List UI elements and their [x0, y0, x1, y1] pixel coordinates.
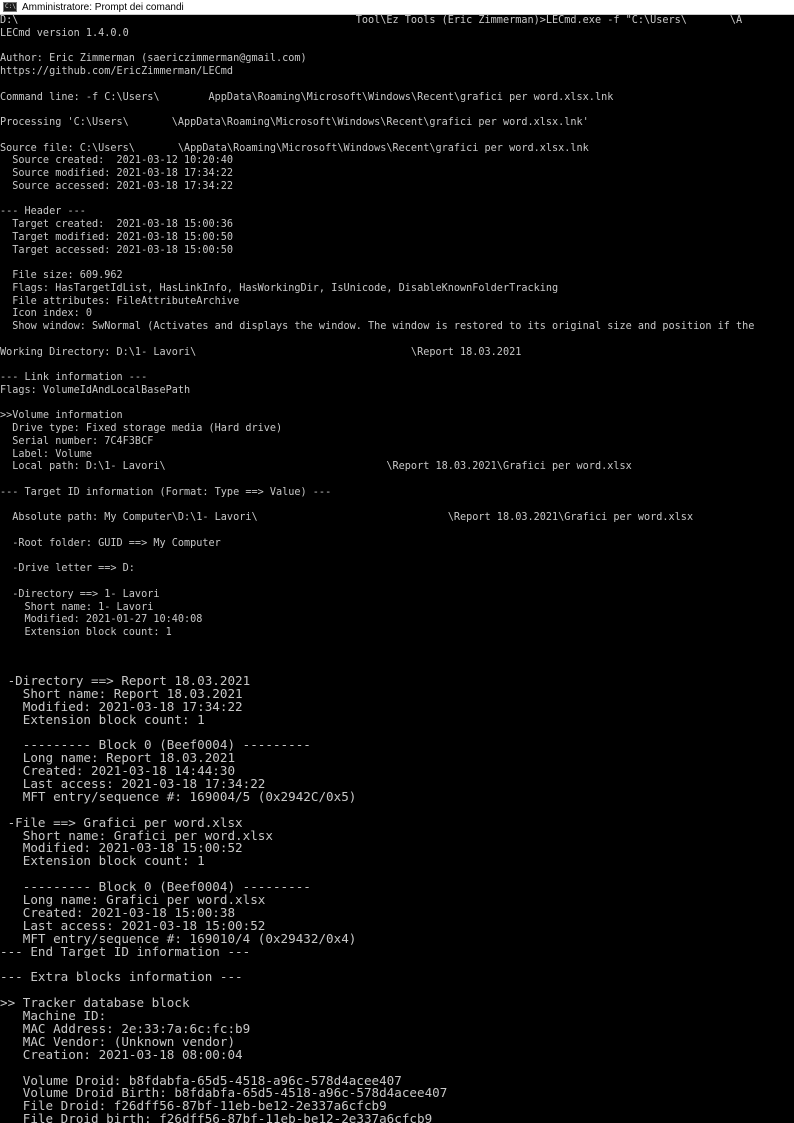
console-line: Source file: C:\Users\ \AppData\Roaming\…	[0, 142, 589, 154]
console-line: >> Tracker database block	[0, 997, 190, 1011]
console-line: MAC Vendor: (Unknown vendor)	[0, 1035, 236, 1049]
console-line: Extension block count: 1	[0, 627, 172, 638]
console-line: File attributes: FileAttributeArchive	[0, 295, 240, 307]
console-line: Working Directory: D:\1- Lavori\ \Report…	[0, 346, 522, 358]
console-line: LECmd version 1.4.0.0	[0, 27, 129, 39]
title-bar: C:\ Amministratore: Prompt dei comandi	[0, 0, 794, 15]
console-section-small-font: D:\ Tool\Ez Tools (Eric Zimmerman)>LECmd…	[0, 15, 794, 640]
console-line: Serial number: 7C4F3BCF	[0, 435, 154, 447]
console-line: Creation: 2021-03-18 08:00:04	[0, 1048, 243, 1062]
console-line: --- Link information ---	[0, 372, 148, 383]
console-line: Extension block count: 1	[0, 713, 205, 727]
console-line: --- Header ---	[0, 206, 86, 218]
console-line: File Droid birth: f26dff56-87bf-11eb-be1…	[0, 1113, 433, 1123]
console-line: Extension block count: 1	[0, 855, 205, 869]
console-line: https://github.com/EricZimmerman/LECmd	[0, 66, 234, 77]
console-line: MFT entry/sequence #: 169010/4 (0x29432/…	[0, 932, 357, 946]
console-line: --------- Block 0 (Beef0004) ---------	[0, 739, 311, 753]
console-line: MAC Address: 2e:33:7a:6c:fc:b9	[0, 1022, 251, 1036]
console-line: Flags: VolumeIdAndLocalBasePath	[0, 384, 191, 396]
console-line: Absolute path: My Computer\D:\1- Lavori\…	[0, 512, 694, 524]
console-line: --- End Target ID information ---	[0, 945, 251, 959]
console-line: Long name: Grafici per word.xlsx	[0, 894, 266, 907]
console-line: Short name: Grafici per word.xlsx	[0, 829, 273, 843]
console-line: Source accessed: 2021-03-18 17:34:22	[0, 180, 234, 192]
console-line: --- Target ID information (Format: Type …	[0, 486, 332, 498]
console-line: Long name: Report 18.03.2021	[0, 752, 236, 766]
console-line: Modified: 2021-01-27 10:40:08	[0, 614, 203, 626]
console-line: Target modified: 2021-03-18 15:00:50	[0, 231, 234, 243]
console-line: Show window: SwNormal (Activates and dis…	[0, 321, 755, 332]
console-line: Drive type: Fixed storage media (Hard dr…	[0, 423, 283, 434]
console-line: Modified: 2021-03-18 17:34:22	[0, 700, 243, 714]
console-line: --- Extra blocks information ---	[0, 971, 243, 985]
console-line: File size: 609.962	[0, 270, 123, 281]
console-line: Machine ID:	[0, 1010, 107, 1023]
console-line: Label: Volume	[0, 448, 93, 460]
console-line: -Directory ==> Report 18.03.2021	[0, 674, 251, 688]
console-line: Last access: 2021-03-18 17:34:22	[0, 778, 266, 791]
console-line: Target accessed: 2021-03-18 15:00:50	[0, 244, 234, 256]
console-line: MFT entry/sequence #: 169004/5 (0x2942C/…	[0, 790, 357, 804]
console-line: --------- Block 0 (Beef0004) ---------	[0, 881, 311, 895]
console-line: -File ==> Grafici per word.xlsx	[0, 816, 243, 830]
console-line: Processing 'C:\Users\ \AppData\Roaming\M…	[0, 117, 589, 128]
console-line: Last access: 2021-03-18 15:00:52	[0, 919, 266, 933]
console-line: Created: 2021-03-18 15:00:38	[0, 906, 236, 920]
console-section-large-font: -Directory ==> Report 18.03.2021 Short n…	[0, 662, 794, 1123]
console-line: Flags: HasTargetIdList, HasLinkInfo, Has…	[0, 282, 559, 294]
command-prompt-icon: C:\	[3, 2, 17, 12]
console-line: Author: Eric Zimmerman (saericzimmerman@…	[0, 53, 307, 65]
console-line: D:\ Tool\Ez Tools (Eric Zimmerman)>LECmd…	[0, 15, 743, 26]
window-title: Amministratore: Prompt dei comandi	[22, 1, 184, 13]
console-line: -Drive letter ==> D:	[0, 563, 135, 575]
console-line: Source created: 2021-03-12 10:20:40	[0, 155, 234, 167]
console-line: Command line: -f C:\Users\ AppData\Roami…	[0, 91, 614, 103]
console-line: Short name: 1- Lavori	[0, 601, 154, 613]
console-line: Volume Droid: b8fdabfa-65d5-4518-a96c-57…	[0, 1074, 402, 1088]
console-output[interactable]: D:\ Tool\Ez Tools (Eric Zimmerman)>LECmd…	[0, 15, 794, 1123]
console-line: Icon index: 0	[0, 308, 93, 320]
console-line: Created: 2021-03-18 14:44:30	[0, 765, 236, 779]
console-line: Target created: 2021-03-18 15:00:36	[0, 219, 234, 230]
console-line: -Directory ==> 1- Lavori	[0, 588, 160, 600]
console-line: >>Volume information	[0, 410, 123, 422]
console-line: Short name: Report 18.03.2021	[0, 687, 243, 701]
console-line: File Droid: f26dff56-87bf-11eb-be12-2e33…	[0, 1100, 387, 1114]
console-line: Local path: D:\1- Lavori\ \Report 18.03.…	[0, 461, 632, 473]
console-line: -Root folder: GUID ==> My Computer	[0, 537, 221, 549]
console-line: Volume Droid Birth: b8fdabfa-65d5-4518-a…	[0, 1087, 448, 1101]
console-line: Modified: 2021-03-18 15:00:52	[0, 842, 243, 856]
console-line: Source modified: 2021-03-18 17:34:22	[0, 168, 234, 179]
